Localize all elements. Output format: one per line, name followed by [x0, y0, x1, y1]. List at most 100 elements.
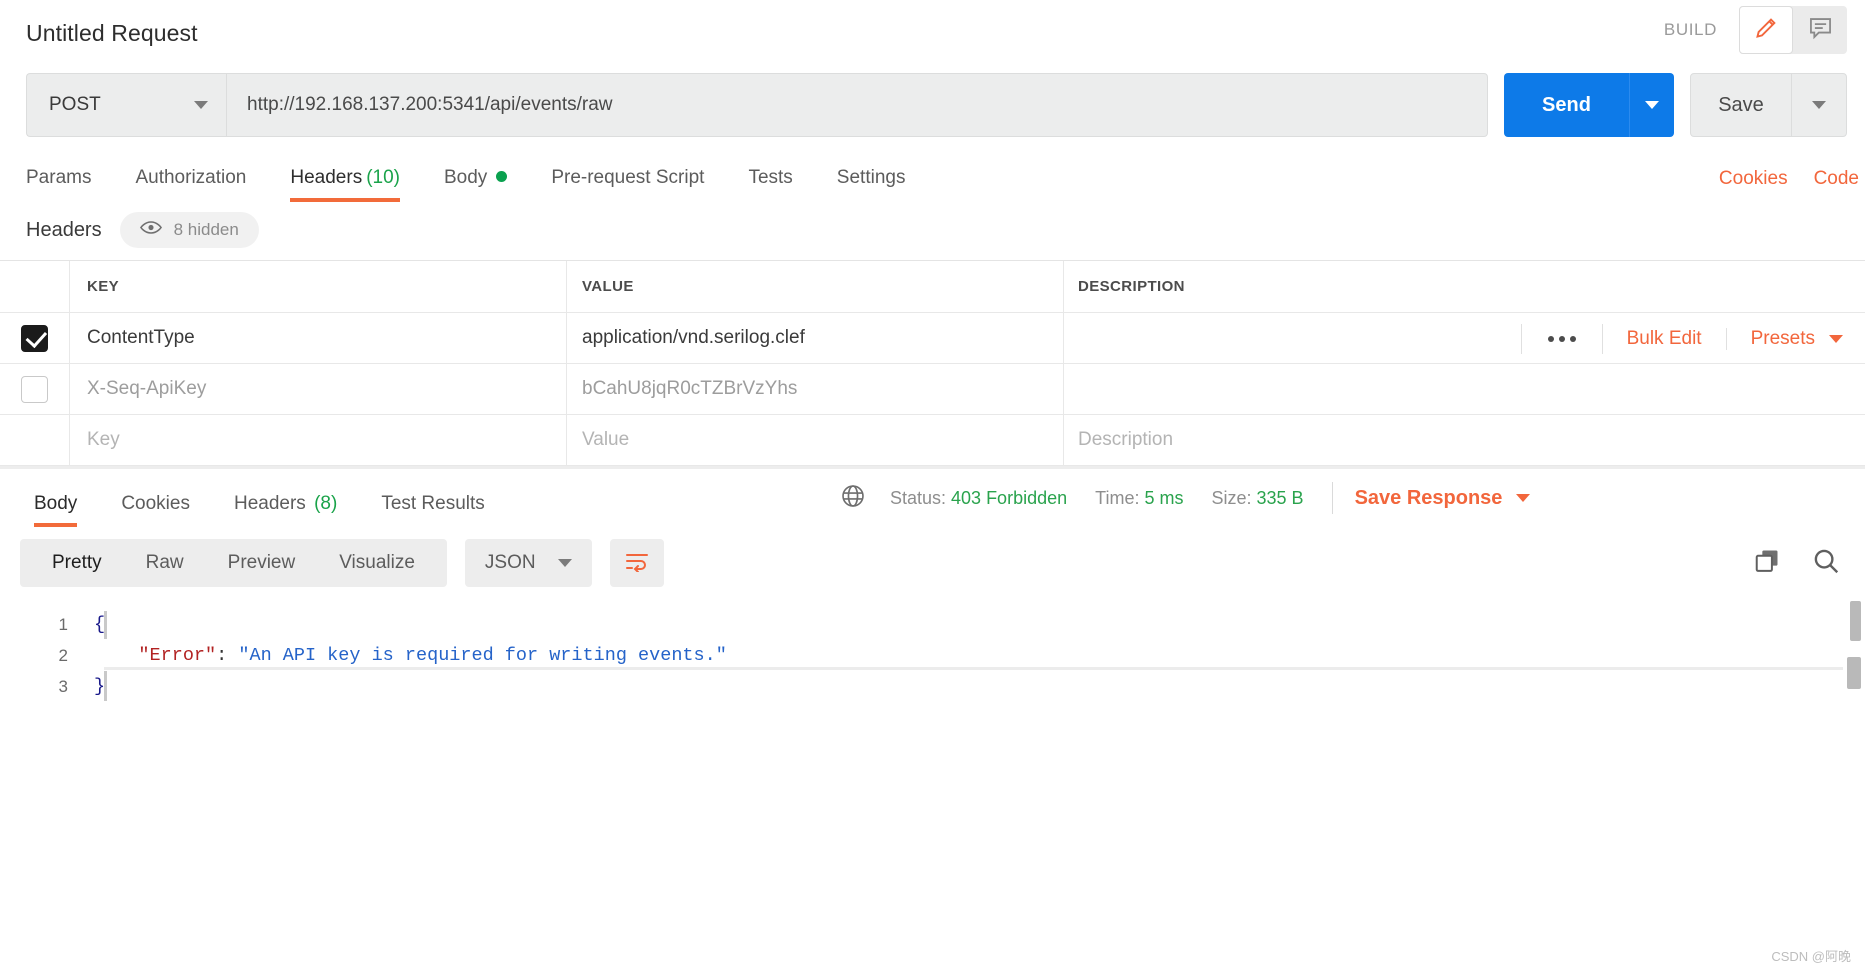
- tab-label: Headers: [233, 493, 306, 514]
- code-scrollbar-thumb[interactable]: [1847, 657, 1861, 689]
- request-tab-bar: Params Authorization Headers (10) Body Pr…: [0, 144, 1865, 202]
- table-row-new[interactable]: Key Value Description: [0, 415, 1865, 466]
- row-checkbox-cell: [0, 313, 70, 363]
- new-row-description-input[interactable]: Description: [1064, 415, 1865, 465]
- column-description-label: DESCRIPTION: [1078, 278, 1185, 295]
- row-checkbox-cell: [0, 364, 70, 414]
- header-actions: BUILD: [1664, 6, 1847, 54]
- column-value-label: VALUE: [582, 278, 634, 295]
- presets-label: Presets: [1750, 328, 1815, 349]
- new-row-value-placeholder: Value: [582, 429, 630, 450]
- send-options-button[interactable]: [1629, 73, 1674, 137]
- postman-window: Untitled Request BUILD POST http://192.1…: [0, 0, 1865, 973]
- line-number: 1: [58, 614, 68, 634]
- save-response-button[interactable]: Save Response: [1355, 487, 1531, 510]
- response-body-code[interactable]: 1 { 2 "Error": "An API key is required f…: [0, 599, 1865, 702]
- request-tab-links: Cookies Code: [1719, 168, 1859, 190]
- code-scrollbar-thumb[interactable]: [1850, 601, 1861, 641]
- tab-tests[interactable]: Tests: [748, 167, 792, 202]
- tab-params[interactable]: Params: [26, 167, 91, 202]
- code-scrollbar-track[interactable]: [1847, 599, 1863, 702]
- meta-divider: [1331, 482, 1333, 514]
- comment-icon: [1807, 14, 1834, 46]
- json-string-value: "An API key is required for writing even…: [238, 645, 727, 666]
- new-row-key-placeholder: Key: [87, 429, 120, 450]
- tab-label: Body: [444, 167, 488, 188]
- comments-button[interactable]: [1793, 6, 1847, 54]
- headers-section-title: Headers: [26, 218, 102, 241]
- headers-table: KEY VALUE DESCRIPTION Bulk Edit Presets: [0, 260, 1865, 466]
- view-mode-toggle-group: [1739, 6, 1847, 54]
- response-tab-test-results[interactable]: Test Results: [381, 493, 484, 527]
- new-row-value-input[interactable]: Value: [567, 415, 1064, 465]
- row-key-cell[interactable]: ContentType: [70, 313, 567, 363]
- tab-label: Headers: [290, 167, 363, 188]
- view-mode-preview[interactable]: Preview: [206, 552, 318, 574]
- presets-button[interactable]: Presets: [1727, 328, 1865, 350]
- ellipsis-icon[interactable]: [1520, 324, 1603, 354]
- row-key-value: ContentType: [87, 327, 195, 348]
- save-button[interactable]: Save: [1691, 74, 1791, 136]
- view-mode-visualize[interactable]: Visualize: [317, 552, 437, 574]
- response-tab-cookies[interactable]: Cookies: [121, 493, 190, 527]
- table-row[interactable]: X-Seq-ApiKey bCahU8jqR0cTZBrVzYhs: [0, 364, 1865, 415]
- response-view-mode-group: Pretty Raw Preview Visualize: [20, 539, 447, 587]
- tab-label: Pre-request Script: [551, 167, 705, 188]
- tab-pre-request-script[interactable]: Pre-request Script: [551, 167, 704, 202]
- row-checkbox-cell: [0, 415, 70, 465]
- view-mode-pretty[interactable]: Pretty: [30, 552, 124, 574]
- row-key-value: X-Seq-ApiKey: [87, 378, 207, 399]
- column-key-label: KEY: [87, 278, 120, 295]
- row-description-cell[interactable]: [1064, 364, 1865, 414]
- row-key-cell[interactable]: X-Seq-ApiKey: [70, 364, 567, 414]
- row-checkbox[interactable]: [21, 375, 48, 403]
- eye-icon: [139, 220, 162, 240]
- code-link[interactable]: Code: [1814, 168, 1859, 190]
- cookies-link[interactable]: Cookies: [1719, 168, 1788, 190]
- send-group: Send: [1504, 73, 1674, 137]
- bulk-edit-button[interactable]: Bulk Edit: [1603, 328, 1727, 350]
- column-description: DESCRIPTION: [1064, 261, 1865, 312]
- send-button[interactable]: Send: [1504, 73, 1629, 137]
- http-method-value: POST: [49, 94, 101, 115]
- response-tab-headers[interactable]: Headers (8): [234, 493, 337, 527]
- tab-label: Authorization: [135, 167, 247, 188]
- row-checkbox[interactable]: [21, 324, 48, 352]
- row-value-value: application/vnd.serilog.clef: [582, 327, 805, 348]
- header-check-column: [0, 261, 70, 312]
- chevron-down-icon: [557, 559, 572, 567]
- row-value-cell[interactable]: bCahU8jqR0cTZBrVzYhs: [567, 364, 1064, 414]
- wrap-lines-button[interactable]: [609, 539, 664, 587]
- pencil-icon: [1753, 14, 1780, 46]
- wrap-lines-icon: [624, 550, 650, 577]
- response-tab-body[interactable]: Body: [34, 493, 78, 527]
- save-response-label: Save Response: [1354, 486, 1503, 509]
- search-icon[interactable]: [1811, 546, 1841, 581]
- tab-label: Test Results: [381, 493, 485, 514]
- headers-table-header-wrap: KEY VALUE DESCRIPTION Bulk Edit Presets: [0, 261, 1865, 354]
- tab-count: (10): [366, 167, 400, 188]
- status-badge: Status: 403 Forbidden: [890, 488, 1067, 509]
- tab-headers[interactable]: Headers (10): [290, 167, 400, 202]
- http-method-select[interactable]: POST: [26, 73, 226, 137]
- response-format-select[interactable]: JSON: [464, 539, 592, 587]
- hidden-headers-label: 8 hidden: [173, 220, 239, 239]
- time-badge: Time: 5 ms: [1095, 488, 1183, 509]
- view-mode-raw[interactable]: Raw: [124, 552, 206, 574]
- response-format-value: JSON: [484, 552, 536, 573]
- json-colon: :: [216, 645, 239, 666]
- edit-mode-button[interactable]: [1739, 6, 1793, 54]
- tab-authorization[interactable]: Authorization: [135, 167, 246, 202]
- response-toolbar-right: [1753, 546, 1841, 581]
- tab-body[interactable]: Body: [444, 167, 508, 202]
- url-input[interactable]: http://192.168.137.200:5341/api/events/r…: [226, 73, 1488, 137]
- size-value: 335 B: [1256, 487, 1304, 508]
- line-number: 2: [58, 645, 68, 665]
- new-row-key-input[interactable]: Key: [70, 415, 567, 465]
- row-value-cell[interactable]: application/vnd.serilog.clef: [567, 313, 1064, 363]
- chevron-down-icon: [194, 101, 208, 109]
- copy-icon[interactable]: [1753, 547, 1781, 580]
- tab-settings[interactable]: Settings: [837, 167, 906, 202]
- hidden-headers-toggle[interactable]: 8 hidden: [119, 212, 259, 248]
- save-options-button[interactable]: [1791, 74, 1846, 136]
